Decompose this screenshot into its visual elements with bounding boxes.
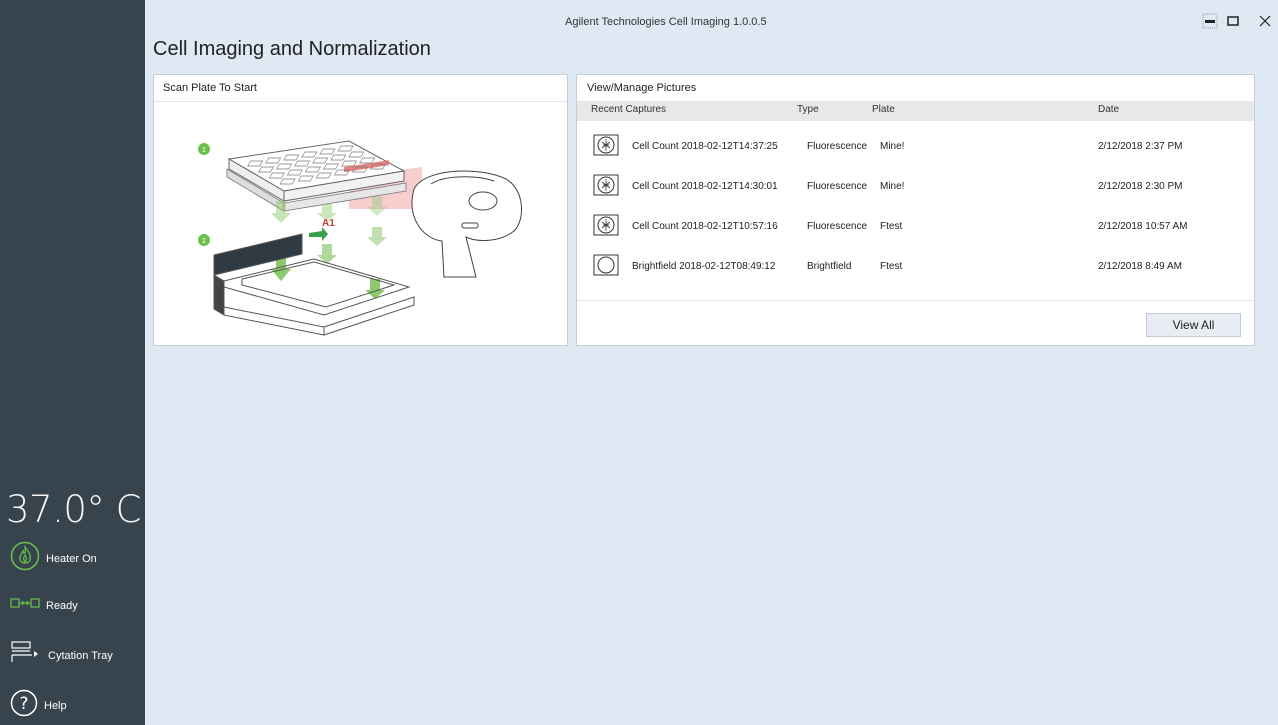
svg-text:?: ? xyxy=(19,694,28,714)
tray-icon xyxy=(10,640,42,671)
column-plate[interactable]: Plate xyxy=(872,104,895,115)
close-icon xyxy=(1259,15,1271,27)
capture-plate: Ftest xyxy=(880,221,903,232)
panel-divider xyxy=(577,300,1254,301)
app-title: Agilent Technologies Cell Imaging 1.0.0.… xyxy=(565,16,767,28)
capture-type: Brightfield xyxy=(807,261,852,272)
pictures-panel-title: View/Manage Pictures xyxy=(587,82,697,94)
capture-date: 2/12/2018 2:37 PM xyxy=(1098,141,1183,152)
capture-type: Fluorescence xyxy=(807,181,868,192)
a1-arrow xyxy=(309,227,328,241)
scan-plate-panel: Scan Plate To Start 1 2 A1 xyxy=(153,74,568,346)
scan-panel-title: Scan Plate To Start xyxy=(154,75,567,102)
capture-name: Cell Count 2018-02-12T14:30:01 xyxy=(632,181,778,192)
scan-plate-illustration: 1 2 A1 xyxy=(198,140,523,336)
column-date[interactable]: Date xyxy=(1098,104,1119,115)
help-button[interactable]: ? Help xyxy=(10,689,67,722)
capture-name: Cell Count 2018-02-12T10:57:16 xyxy=(632,221,778,232)
captures-table-header: Recent Captures Type Plate Date xyxy=(577,101,1254,121)
ready-label: Ready xyxy=(46,599,78,612)
close-button[interactable] xyxy=(1256,12,1274,30)
fluorescence-icon xyxy=(593,174,619,199)
minimize-icon xyxy=(1202,13,1218,29)
barcode-scanner xyxy=(411,170,523,278)
capture-plate: Ftest xyxy=(880,261,903,272)
brightfield-icon xyxy=(593,254,619,279)
table-row[interactable]: Cell Count 2018-02-12T14:37:25 Fluoresce… xyxy=(577,130,1254,162)
heater-status[interactable]: Heater On xyxy=(10,541,97,576)
connection-icon xyxy=(10,596,40,615)
capture-plate: Mine! xyxy=(880,181,905,192)
temperature-readout: 37.0° C xyxy=(6,488,141,531)
minimize-button[interactable] xyxy=(1201,12,1219,30)
capture-name: Brightfield 2018-02-12T08:49:12 xyxy=(632,261,776,272)
page-title: Cell Imaging and Normalization xyxy=(153,38,431,60)
cytation-tray-button[interactable]: Cytation Tray xyxy=(10,640,113,671)
capture-type: Fluorescence xyxy=(807,141,868,152)
flame-icon xyxy=(10,541,40,576)
tray-label: Cytation Tray xyxy=(48,649,113,662)
maximize-button[interactable] xyxy=(1224,12,1242,30)
capture-type: Fluorescence xyxy=(807,221,868,232)
plate-tray xyxy=(213,233,415,336)
column-recent-captures[interactable]: Recent Captures xyxy=(591,104,666,115)
help-icon: ? xyxy=(10,689,38,722)
table-row[interactable]: Cell Count 2018-02-12T10:57:16 Fluoresce… xyxy=(577,210,1254,242)
capture-name: Cell Count 2018-02-12T14:37:25 xyxy=(632,141,778,152)
capture-date: 2/12/2018 10:57 AM xyxy=(1098,221,1188,232)
help-label: Help xyxy=(44,699,67,712)
a1-label: A1 xyxy=(322,218,335,229)
ready-status[interactable]: Ready xyxy=(10,596,78,615)
step-1-number: 1 xyxy=(202,147,206,154)
capture-plate: Mine! xyxy=(880,141,905,152)
heater-label: Heater On xyxy=(46,552,97,565)
column-type[interactable]: Type xyxy=(797,104,819,115)
view-all-button[interactable]: View All xyxy=(1146,313,1241,337)
sidebar: 37.0° C Heater On Ready Cytation Tray ? … xyxy=(0,0,145,725)
capture-date: 2/12/2018 2:30 PM xyxy=(1098,181,1183,192)
step-2-number: 2 xyxy=(202,238,206,245)
table-row[interactable]: Cell Count 2018-02-12T14:30:01 Fluoresce… xyxy=(577,170,1254,202)
maximize-icon xyxy=(1227,16,1239,26)
fluorescence-icon xyxy=(593,134,619,159)
capture-date: 2/12/2018 8:49 AM xyxy=(1098,261,1182,272)
table-row[interactable]: Brightfield 2018-02-12T08:49:12 Brightfi… xyxy=(577,250,1254,282)
view-manage-pictures-panel: View/Manage Pictures Recent Captures Typ… xyxy=(576,74,1255,346)
fluorescence-icon xyxy=(593,214,619,239)
